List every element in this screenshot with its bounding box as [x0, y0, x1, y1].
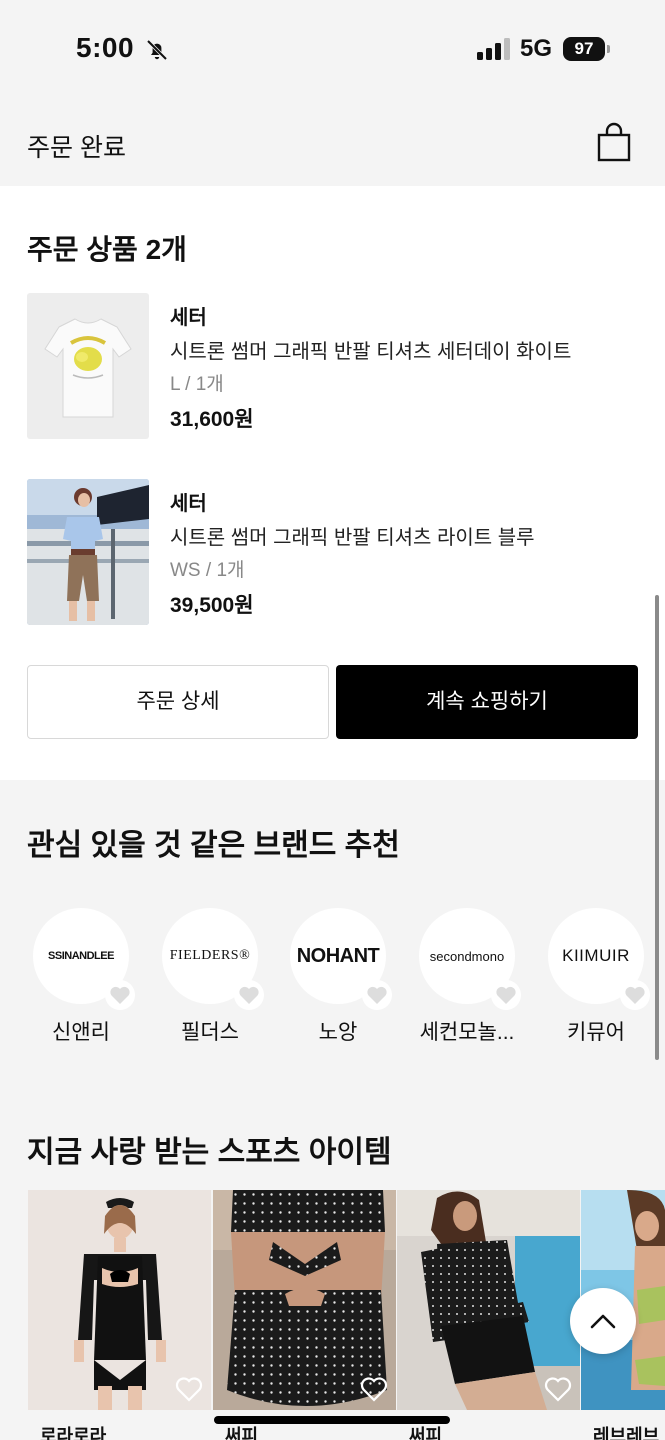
scroll-to-top-button[interactable]	[570, 1288, 636, 1354]
order-product-item[interactable]: 세터 시트론 썸머 그래픽 반팔 티셔츠 라이트 블루 WS / 1개 39,5…	[27, 479, 637, 625]
brand-item[interactable]: NOHANT 노앙	[284, 908, 392, 1048]
sport-product-card[interactable]: 로라로라	[28, 1190, 211, 1440]
product-brand: 써피	[225, 1426, 259, 1440]
order-detail-button[interactable]: 주문 상세	[27, 665, 329, 739]
heart-outline-icon[interactable]	[105, 980, 135, 1010]
heart-outline-icon[interactable]	[544, 1376, 572, 1402]
product-option: L / 1개	[170, 374, 224, 395]
shopping-bag-icon[interactable]	[597, 122, 631, 162]
white-tshirt-image	[27, 293, 149, 439]
order-complete-screen: 5:00 5G 97 주문 완료 주문 상품 2개 세터 시트론 썸머 그래픽 …	[0, 0, 665, 1440]
brand-name: 신앤리	[52, 1021, 110, 1044]
heart-outline-icon[interactable]	[491, 980, 521, 1010]
brand-logo: FIELDERS®	[169, 948, 251, 963]
battery-tip	[607, 45, 610, 53]
product-brand: 세터	[170, 493, 207, 515]
brand-logo: KIIMUIR	[562, 946, 630, 965]
product-brand: 세터	[170, 307, 207, 329]
battery-level: 97	[563, 37, 605, 61]
brand-name: 키뮤어	[567, 1021, 625, 1044]
bell-slash-icon	[146, 39, 168, 61]
product-thumbnail	[27, 479, 149, 625]
heart-outline-icon[interactable]	[362, 980, 392, 1010]
vertical-scrollbar[interactable]	[655, 595, 659, 1060]
chevron-up-icon	[590, 1314, 616, 1329]
product-price: 39,500원	[170, 594, 254, 617]
brand-name: 세컨모놀...	[419, 1021, 515, 1044]
product-name: 시트론 썸머 그래픽 반팔 티셔츠 라이트 블루	[170, 527, 535, 549]
brand-item[interactable]: SSINANDLEE 신앤리	[27, 908, 135, 1048]
brand-name: 노앙	[318, 1021, 358, 1044]
model-photo-image	[27, 479, 149, 625]
brand-item[interactable]: FIELDERS® 필더스	[156, 908, 264, 1048]
continue-shopping-button[interactable]: 계속 쇼핑하기	[336, 665, 638, 739]
product-name: 시트론 썸머 그래픽 반팔 티셔츠 세터데이 화이트	[170, 341, 572, 363]
heart-outline-icon[interactable]	[360, 1376, 388, 1402]
sport-product-card[interactable]: 써피	[397, 1190, 580, 1440]
status-bar: 5:00 5G 97	[0, 0, 665, 100]
page-title: 주문 완료	[27, 134, 126, 162]
brand-logo: secondmono	[429, 948, 505, 964]
home-indicator[interactable]	[214, 1416, 450, 1424]
product-thumbnail	[27, 293, 149, 439]
brand-recommendation-title: 관심 있을 것 같은 브랜드 추천	[27, 829, 400, 862]
order-product-item[interactable]: 세터 시트론 썸머 그래픽 반팔 티셔츠 세터데이 화이트 L / 1개 31,…	[27, 293, 637, 439]
sport-product-card[interactable]: 써피	[213, 1190, 396, 1440]
brand-logo: NOHANT	[296, 944, 380, 967]
status-time: 5:00	[76, 32, 135, 63]
product-brand: 써피	[409, 1426, 443, 1440]
heart-outline-icon[interactable]	[234, 980, 264, 1010]
signal-icon	[477, 38, 510, 60]
order-summary-section: 주문 상품 2개 세터 시트론 썸머 그래픽 반팔 티셔츠 세터데이 화이트 L…	[0, 186, 665, 780]
product-brand: 로라로라	[40, 1426, 107, 1440]
brand-item[interactable]: secondmono 세컨모놀...	[413, 908, 521, 1048]
brand-name: 필더스	[181, 1021, 239, 1044]
order-items-title: 주문 상품 2개	[27, 234, 187, 265]
brand-item[interactable]: KIIMUIR 키뮤어	[542, 908, 650, 1048]
product-option: WS / 1개	[170, 560, 245, 581]
product-brand: 레브레브	[593, 1426, 660, 1440]
heart-outline-icon[interactable]	[620, 980, 650, 1010]
heart-outline-icon[interactable]	[175, 1376, 203, 1402]
product-price: 31,600원	[170, 408, 254, 431]
page-header: 주문 완료	[0, 100, 665, 186]
sports-items-title: 지금 사랑 받는 스포츠 아이템	[27, 1136, 392, 1169]
brand-logo: SSINANDLEE	[48, 950, 114, 962]
network-label: 5G	[520, 35, 553, 62]
